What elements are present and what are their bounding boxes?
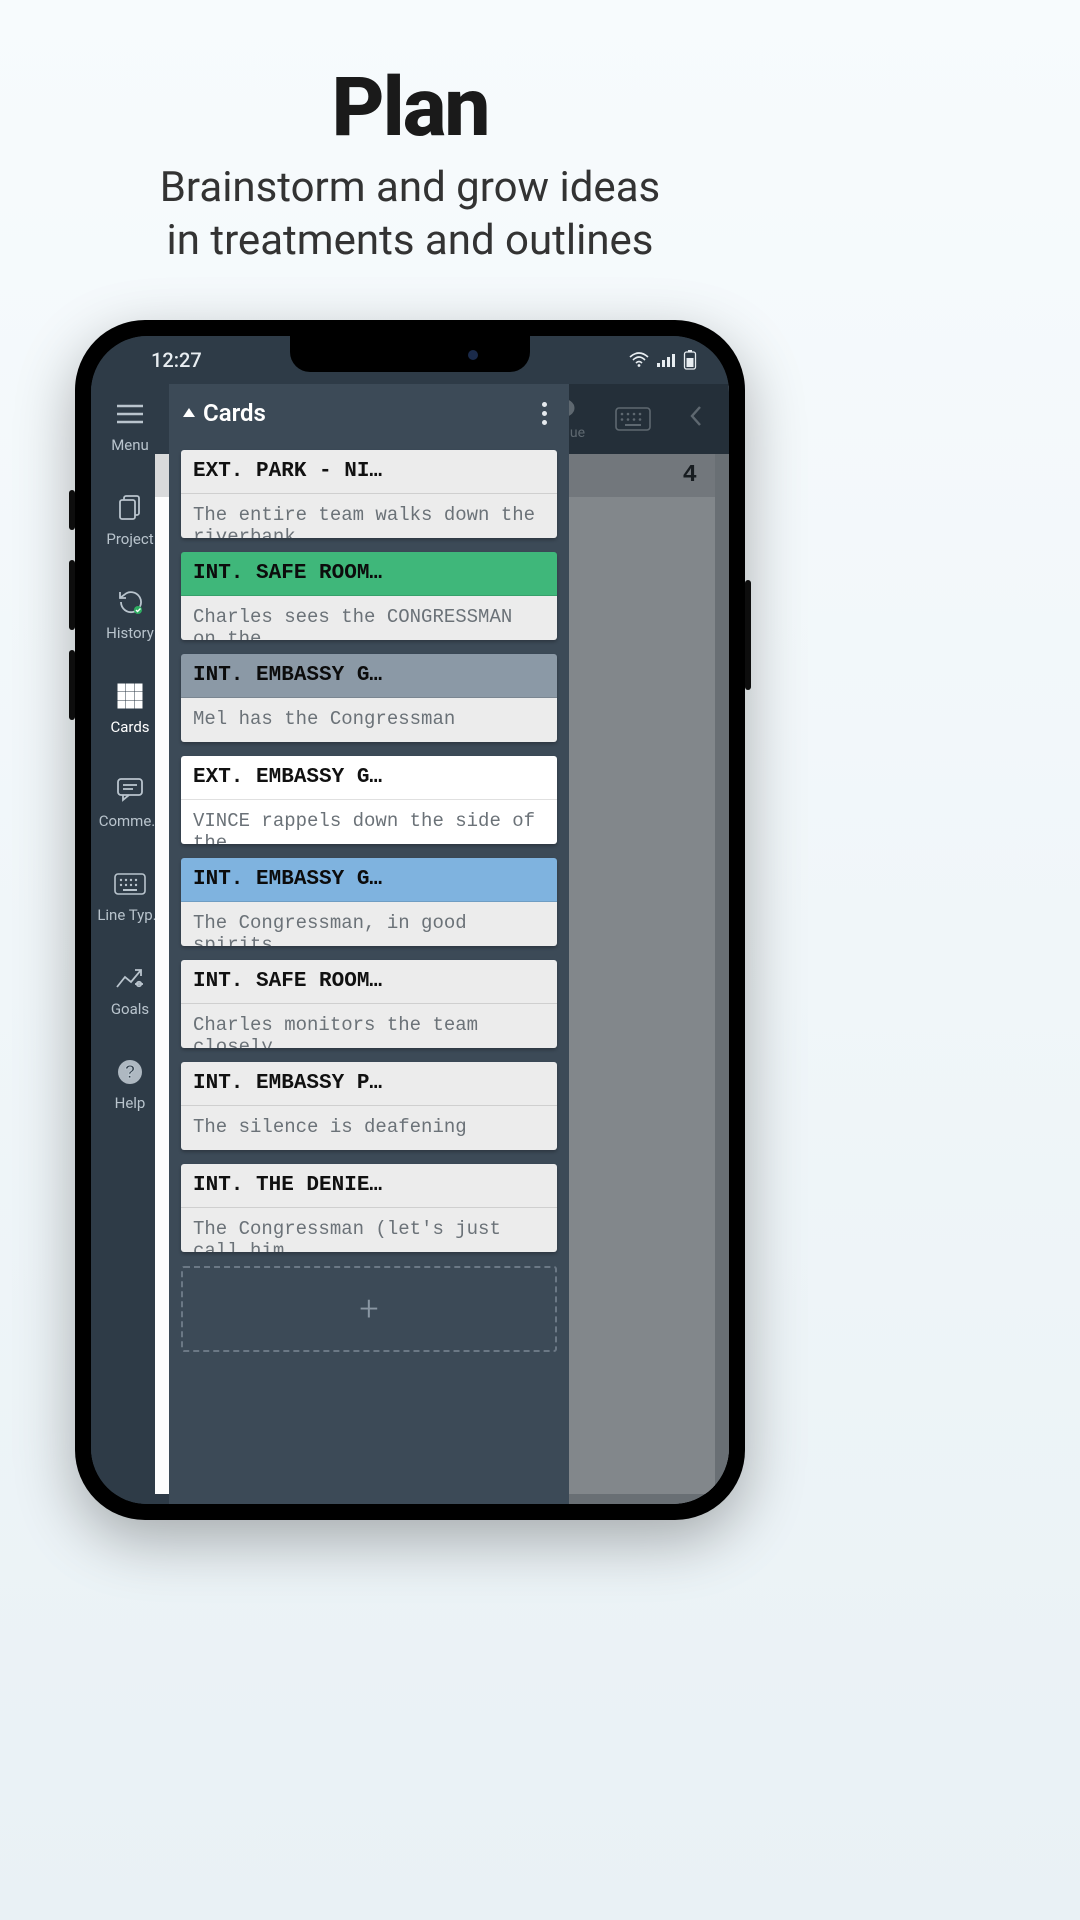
cards-panel: Cards EXT. PARK - NI…The entire team wal… [169, 384, 569, 1504]
dot-icon [542, 402, 547, 407]
app-root: Menu Project History [91, 384, 729, 1504]
cards-more-button[interactable] [534, 394, 555, 433]
keyboard-icon [114, 868, 146, 900]
dot-icon [542, 420, 547, 425]
scene-card-title: EXT. PARK - NI… [181, 450, 557, 494]
scene-card[interactable]: EXT. EMBASSY G…VINCE rappels down the si… [181, 756, 557, 844]
signal-icon [657, 353, 675, 367]
cards-panel-header: Cards [169, 384, 569, 442]
nav-label: History [106, 624, 154, 642]
hamburger-icon [114, 398, 146, 430]
scene-card-body: The Congressman (let's just call him [181, 1208, 557, 1252]
cards-panel-title: Cards [203, 399, 266, 427]
phone-side-button [745, 580, 751, 690]
marketing-headline: Plan Brainstorm and grow ideas in treatm… [0, 0, 820, 267]
comment-icon [114, 774, 146, 806]
plus-icon: + [359, 1289, 378, 1329]
status-icons [629, 350, 697, 370]
scene-card[interactable]: INT. THE DENIE…The Congressman (let's ju… [181, 1164, 557, 1252]
nav-label: Cards [110, 718, 149, 736]
chart-up-icon [114, 962, 146, 994]
scene-card-body: The silence is deafening [181, 1106, 557, 1150]
scene-card-body: The Congressman, in good spirits [181, 902, 557, 946]
triangle-up-icon [183, 408, 195, 417]
status-time: 12:27 [151, 348, 202, 372]
nav-label: Help [115, 1094, 146, 1112]
grid-icon [114, 680, 146, 712]
scene-card-title: INT. SAFE ROOM… [181, 960, 557, 1004]
scene-card-title: EXT. EMBASSY G… [181, 756, 557, 800]
scene-card[interactable]: INT. EMBASSY G…The Congressman, in good … [181, 858, 557, 946]
phone-side-button [69, 560, 75, 630]
cards-panel-title-toggle[interactable]: Cards [183, 399, 266, 427]
scene-card-title: INT. EMBASSY P… [181, 1062, 557, 1106]
main-area: ialogue HT 4 side of the ction by indows… [169, 384, 729, 1504]
scene-card-body: Mel has the Congressman [181, 698, 557, 742]
scene-card-title: INT. SAFE ROOM… [181, 552, 557, 596]
scene-card[interactable]: INT. EMBASSY P…The silence is deafening [181, 1062, 557, 1150]
headline-subtitle: Brainstorm and grow ideas in treatments … [0, 162, 820, 267]
phone-side-button [69, 650, 75, 720]
scene-card[interactable]: EXT. PARK - NI…The entire team walks dow… [181, 450, 557, 538]
add-card-button[interactable]: + [181, 1266, 557, 1352]
nav-label: Comme… [99, 812, 162, 830]
phone-notch [290, 336, 530, 372]
nav-label: Project [106, 530, 153, 548]
wifi-icon [629, 352, 649, 368]
phone-side-button [69, 490, 75, 530]
scene-card-body: The entire team walks down the riverbank [181, 494, 557, 538]
scene-card[interactable]: INT. EMBASSY G…Mel has the Congressman [181, 654, 557, 742]
headline-title: Plan [0, 60, 820, 156]
nav-label: Line Typ… [97, 906, 162, 924]
history-icon [114, 586, 146, 618]
documents-icon [114, 492, 146, 524]
nav-menu[interactable]: Menu [91, 392, 169, 460]
nav-label: Goals [111, 1000, 149, 1018]
cards-list[interactable]: EXT. PARK - NI…The entire team walks dow… [169, 442, 569, 1504]
scene-card-body: VINCE rappels down the side of the [181, 800, 557, 844]
battery-icon [683, 350, 697, 370]
phone-screen: 12:27 Menu [91, 336, 729, 1504]
nav-label: Menu [111, 436, 149, 454]
svg-text:?: ? [125, 1062, 136, 1082]
help-icon: ? [114, 1056, 146, 1088]
dot-icon [542, 411, 547, 416]
scene-card-body: Charles monitors the team closely [181, 1004, 557, 1048]
scene-card[interactable]: INT. SAFE ROOM…Charles sees the CONGRESS… [181, 552, 557, 640]
scene-card-title: INT. EMBASSY G… [181, 654, 557, 698]
scene-card-title: INT. THE DENIE… [181, 1164, 557, 1208]
scene-card-body: Charles sees the CONGRESSMAN on the [181, 596, 557, 640]
phone-frame: 12:27 Menu [75, 320, 745, 1520]
scene-card-title: INT. EMBASSY G… [181, 858, 557, 902]
scene-card[interactable]: INT. SAFE ROOM…Charles monitors the team… [181, 960, 557, 1048]
